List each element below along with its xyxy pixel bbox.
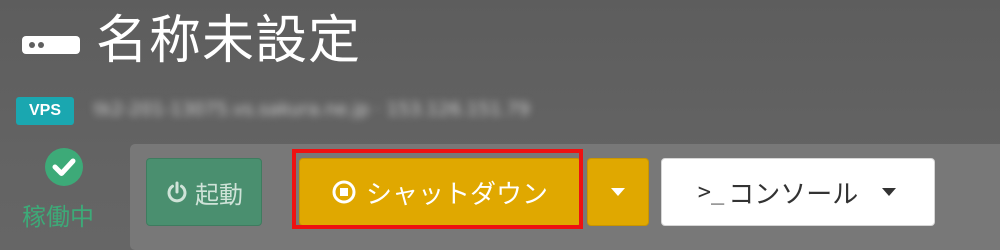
status-label: 稼働中 xyxy=(22,203,94,231)
server-led-dot xyxy=(38,42,44,48)
server-type-badge: VPS xyxy=(16,97,74,125)
shutdown-options-dropdown[interactable] xyxy=(587,158,649,226)
start-button-label: 起動 xyxy=(195,180,243,209)
caret-down-icon xyxy=(609,183,627,202)
server-hostname: tk2-201-13075.vs.sakura.ne.jp · 153.126.… xyxy=(94,99,530,120)
shutdown-button[interactable]: シャットダウン xyxy=(299,158,581,226)
server-led-dot xyxy=(29,42,35,48)
power-icon xyxy=(165,180,189,204)
caret-down-icon xyxy=(880,186,898,198)
stop-circle-icon xyxy=(332,180,356,204)
page-title: 名称未設定 xyxy=(96,11,362,71)
check-circle-icon xyxy=(45,148,83,186)
console-button-label: コンソール xyxy=(728,179,859,210)
start-button[interactable]: 起動 xyxy=(146,158,262,226)
power-toolbar: 起動 シャットダウン >_ コンソール xyxy=(130,144,1000,250)
shutdown-button-label: シャットダウン xyxy=(365,179,548,210)
server-icon xyxy=(22,36,80,54)
server-detail-page: 名称未設定 VPS tk2-201-13075.vs.sakura.ne.jp … xyxy=(0,0,1000,250)
server-status: 稼働中 xyxy=(16,148,116,240)
console-button[interactable]: >_ コンソール xyxy=(661,158,935,226)
terminal-prompt-icon: >_ xyxy=(697,179,725,205)
